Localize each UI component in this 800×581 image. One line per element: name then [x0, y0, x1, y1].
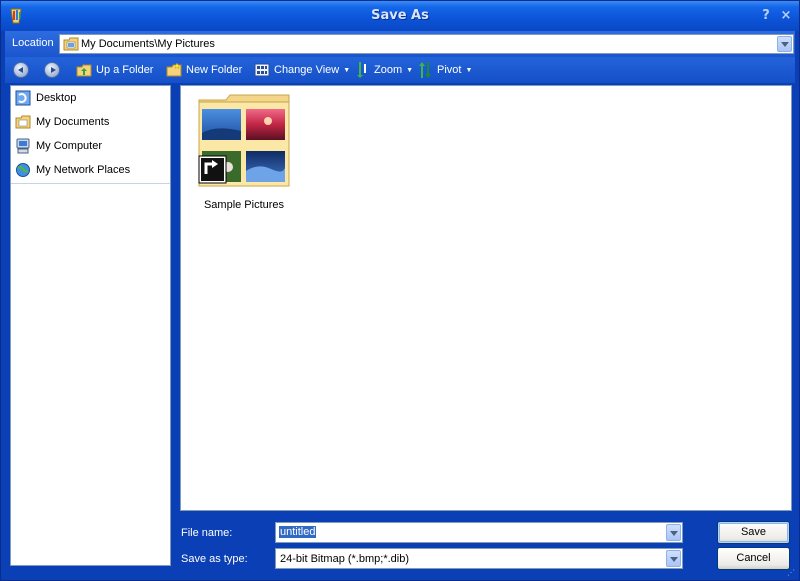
- place-label: Desktop: [36, 92, 77, 104]
- zoom-label: Zoom: [374, 64, 403, 76]
- pivot-icon: [419, 62, 431, 78]
- folder-shortcut-icon: [198, 94, 290, 187]
- zoom-icon: [357, 62, 366, 78]
- location-bar: Location My Documents\My Pictures: [5, 31, 795, 57]
- file-name-input[interactable]: untitled: [275, 522, 683, 543]
- pivot-button[interactable]: Pivot ▼: [417, 60, 472, 80]
- pictures-folder-icon: [63, 37, 79, 51]
- save-type-dropdown-button[interactable]: [666, 550, 681, 567]
- save-type-select[interactable]: 24-bit Bitmap (*.bmp;*.dib): [275, 548, 683, 569]
- change-view-label: Change View: [274, 64, 340, 76]
- file-name-dropdown-button[interactable]: [666, 524, 681, 541]
- zoom-button[interactable]: Zoom ▼: [354, 60, 413, 80]
- help-button[interactable]: ?: [758, 7, 774, 25]
- place-label: My Network Places: [36, 164, 131, 176]
- folder-item-sample-pictures[interactable]: Sample Pictures: [196, 93, 292, 211]
- save-type-value: 24-bit Bitmap (*.bmp;*.dib): [280, 553, 409, 565]
- computer-icon: [16, 138, 30, 154]
- up-folder-label: Up a Folder: [96, 64, 154, 76]
- network-icon: [16, 163, 30, 177]
- window-title: Save As: [371, 8, 429, 23]
- close-button[interactable]: ×: [778, 7, 794, 25]
- place-my-documents[interactable]: My Documents: [15, 112, 109, 132]
- new-folder-button[interactable]: New Folder: [166, 60, 242, 80]
- folder-label: Sample Pictures: [203, 199, 285, 211]
- documents-icon: [15, 115, 31, 129]
- location-combo[interactable]: My Documents\My Pictures: [59, 34, 794, 54]
- forward-button[interactable]: [44, 60, 60, 80]
- thumbnails-view-icon: [254, 63, 270, 77]
- file-name-label: File name:: [181, 527, 233, 539]
- back-arrow-icon: [13, 62, 29, 78]
- file-name-value: untitled: [279, 526, 317, 538]
- up-folder-icon: [76, 64, 92, 77]
- desktop-icon: [15, 90, 31, 106]
- place-my-computer[interactable]: My Computer: [15, 136, 102, 156]
- save-type-label: Save as type:: [181, 553, 248, 565]
- resize-grip-icon[interactable]: ⋰: [787, 568, 797, 578]
- toolbar: Up a Folder New Folder Change View ▼ Zoo…: [5, 57, 795, 83]
- place-label: My Computer: [36, 140, 103, 152]
- places-bar: Desktop My Documents My Computer My Netw…: [10, 85, 171, 566]
- location-dropdown-button[interactable]: [777, 36, 792, 52]
- forward-arrow-icon: [44, 62, 60, 78]
- new-folder-icon: [166, 62, 182, 77]
- save-as-dialog: Save As ? × Location My Documents\My Pic…: [0, 0, 800, 581]
- file-list[interactable]: Sample Pictures: [180, 85, 792, 511]
- place-my-network-places[interactable]: My Network Places: [15, 160, 130, 180]
- place-desktop[interactable]: Desktop: [15, 88, 76, 108]
- pivot-caret-icon: ▼: [465, 66, 473, 74]
- place-label: My Documents: [36, 116, 110, 128]
- zoom-caret-icon: ▼: [406, 66, 414, 74]
- up-folder-button[interactable]: Up a Folder: [76, 60, 153, 80]
- new-folder-label: New Folder: [186, 64, 243, 76]
- location-value: My Documents\My Pictures: [81, 38, 215, 50]
- save-button[interactable]: Save: [717, 521, 790, 544]
- change-view-caret-icon: ▼: [343, 66, 351, 74]
- location-label: Location: [12, 37, 54, 49]
- back-button[interactable]: [13, 60, 29, 80]
- places-divider: [11, 183, 170, 184]
- cancel-button[interactable]: Cancel: [717, 547, 790, 570]
- title-bar[interactable]: Save As ? ×: [1, 1, 799, 31]
- pivot-label: Pivot: [437, 64, 462, 76]
- change-view-button[interactable]: Change View ▼: [254, 60, 350, 80]
